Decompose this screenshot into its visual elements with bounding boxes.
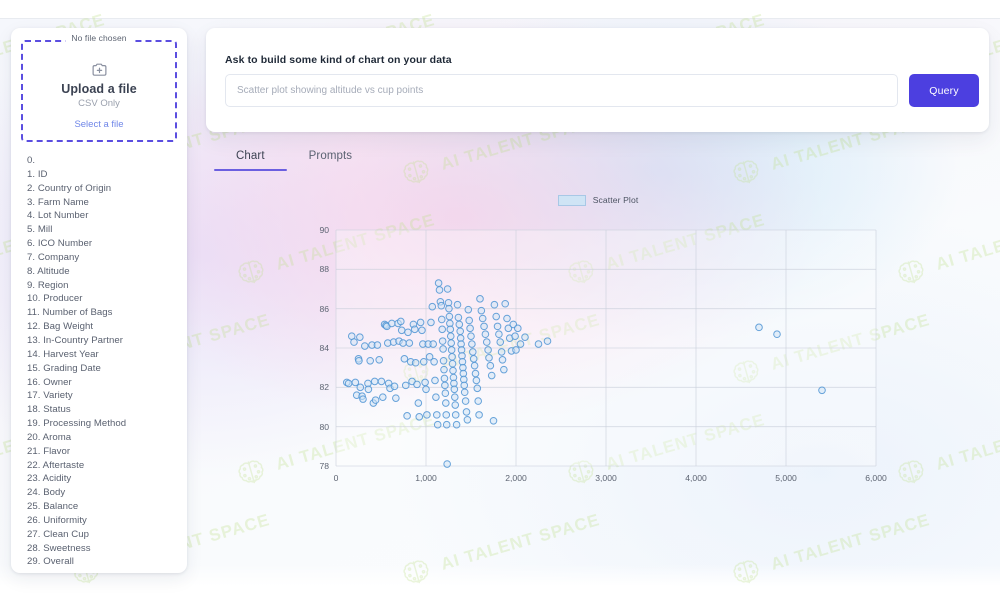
column-list-item: 2. Country of Origin xyxy=(27,182,112,194)
y-axis-tick-label: 82 xyxy=(319,382,329,393)
browser-top-bar xyxy=(0,0,1000,19)
column-list-item: 25. Balance xyxy=(27,501,79,513)
y-axis-tick-label: 78 xyxy=(319,461,329,471)
column-list-item: 20. Aroma xyxy=(27,431,72,443)
chart-prompts-tabs: Chart Prompts xyxy=(214,146,374,171)
x-axis-tick-label: 3,000 xyxy=(595,473,617,483)
upload-title: Upload a file xyxy=(61,81,137,96)
column-list-item: 16. Owner xyxy=(27,376,72,388)
x-axis-tick-label: 5,000 xyxy=(775,473,797,483)
x-axis-tick-label: 4,000 xyxy=(685,473,707,483)
column-list-item: 24. Body xyxy=(27,487,66,499)
query-prompt-label: Ask to build some kind of chart on your … xyxy=(225,54,452,66)
x-axis-tick-label: 1,000 xyxy=(415,473,437,483)
column-list-item: 8. Altitude xyxy=(27,265,70,277)
y-axis-tick-label: 90 xyxy=(319,225,329,235)
column-list-item: 0. xyxy=(27,155,36,166)
column-list-item: 5. Mill xyxy=(27,224,53,236)
column-list-item: 7. Company xyxy=(27,251,80,263)
column-list-item: 18. Status xyxy=(27,404,71,416)
legend-label: Scatter Plot xyxy=(592,195,639,205)
column-list-item: 1. ID xyxy=(27,168,48,180)
file-dropzone[interactable]: No file chosen Upload a file CSV Only Se… xyxy=(21,33,177,142)
column-list-item: 23. Acidity xyxy=(27,473,72,485)
column-list-item: 17. Variety xyxy=(27,390,73,402)
add-file-icon xyxy=(91,61,108,78)
column-list-item: 9. Region xyxy=(27,279,69,291)
x-axis-tick-label: 2,000 xyxy=(505,473,527,483)
column-list-item: 21. Flavor xyxy=(27,445,71,457)
column-list-item: 13. In-Country Partner xyxy=(27,334,124,346)
column-list-item: 15. Grading Date xyxy=(27,362,101,374)
select-a-file-link[interactable]: Select a file xyxy=(74,119,123,130)
column-list-item: 10. Producer xyxy=(27,293,83,305)
column-list-item: 26. Uniformity xyxy=(27,514,87,526)
tab-chart[interactable]: Chart xyxy=(214,146,287,171)
query-input[interactable] xyxy=(225,74,898,107)
chart-container: Scatter Plot 78 80 82 84 86 88 90 0 1,000 2,000 3,… xyxy=(206,190,990,490)
x-axis-tick-label: 0 xyxy=(333,473,339,483)
x-axis-tick-label: 6,000 xyxy=(865,473,887,483)
column-list-item: 4. Lot Number xyxy=(27,210,89,222)
column-list-item: 3. Farm Name xyxy=(27,196,89,208)
column-list-item: 12. Bag Weight xyxy=(27,321,94,333)
query-button[interactable]: Query xyxy=(909,74,979,107)
y-axis-tick-label: 86 xyxy=(319,303,329,314)
upload-subtitle: CSV Only xyxy=(78,97,120,109)
no-file-chosen-label: No file chosen xyxy=(65,33,133,43)
query-panel: Ask to build some kind of chart on your … xyxy=(206,28,989,132)
y-axis-tick-label: 84 xyxy=(319,343,329,353)
app-root: AI TALENT SPACE AI TALENT SPACE AI TALEN… xyxy=(0,0,1000,600)
column-list: 0. 1. ID 2. Country of Origin 3. Farm Name 4… xyxy=(11,154,187,569)
chart-legend: Scatter Plot xyxy=(206,190,990,210)
column-list-item: 29. Overall xyxy=(27,556,74,568)
column-list-item: 28. Sweetness xyxy=(27,542,91,554)
legend-swatch xyxy=(557,194,586,206)
sidebar-panel: No file chosen Upload a file CSV Only Se… xyxy=(11,28,187,573)
column-list-item: 14. Harvest Year xyxy=(27,348,99,360)
column-list-item: 11. Number of Bags xyxy=(27,307,113,319)
scatter-plot-svg xyxy=(335,229,877,468)
scatter-plot-area: 78 80 82 84 86 88 90 0 1,000 2,000 3,000 4,000 5,000… xyxy=(319,225,886,483)
tab-prompts[interactable]: Prompts xyxy=(287,146,375,171)
column-list-item: 19. Processing Method xyxy=(27,418,127,430)
column-list-item: 22. Aftertaste xyxy=(27,459,85,471)
column-list-item: 6. ICO Number xyxy=(27,238,93,250)
y-axis-tick-label: 80 xyxy=(319,421,329,432)
y-axis-tick-label: 88 xyxy=(319,264,329,275)
column-list-item: 27. Clean Cup xyxy=(27,528,89,540)
